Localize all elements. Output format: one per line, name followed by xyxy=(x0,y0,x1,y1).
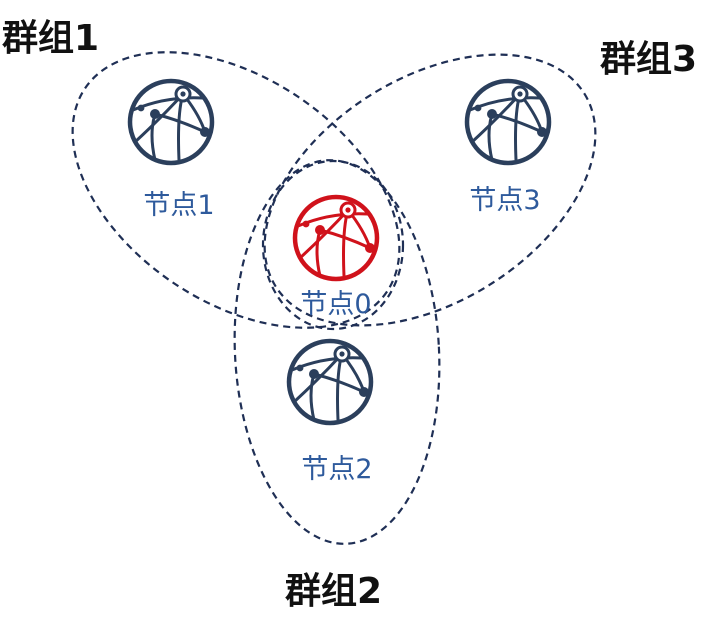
globe-network-icon xyxy=(130,81,212,163)
node-0-label: 节点0 xyxy=(300,289,371,320)
group-2-label: 群组2 xyxy=(285,571,382,612)
node-0: 节点0 xyxy=(295,197,377,320)
group-node-diagram: 群组1 群组3 群组2 节点1 节点3 节点0 节点2 xyxy=(2,18,697,612)
globe-network-icon xyxy=(289,341,371,423)
node-1: 节点1 xyxy=(130,81,215,221)
node-3: 节点3 xyxy=(467,81,549,216)
node-2: 节点2 xyxy=(289,341,373,485)
node-2-label: 节点2 xyxy=(301,454,372,485)
globe-network-icon xyxy=(295,197,377,279)
group-3-label: 群组3 xyxy=(600,39,697,80)
node-3-label: 节点3 xyxy=(469,185,540,216)
globe-network-icon xyxy=(467,81,549,163)
group-1-label: 群组1 xyxy=(2,18,99,59)
node-1-label: 节点1 xyxy=(143,190,214,221)
